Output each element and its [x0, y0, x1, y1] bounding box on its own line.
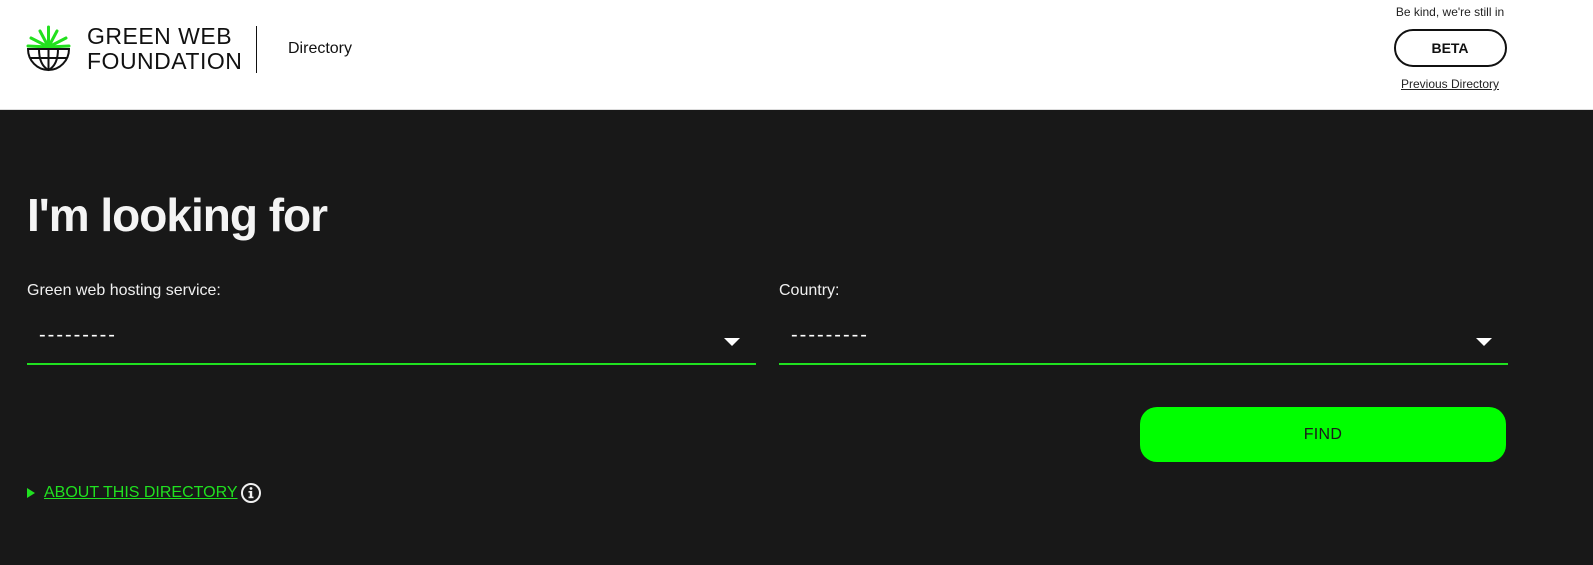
page-title: I'm looking for [27, 189, 328, 241]
chevron-down-icon [724, 338, 740, 346]
logo-line-1: GREEN WEB [87, 23, 233, 49]
previous-directory-link[interactable]: Previous Directory [1392, 77, 1508, 91]
about-directory-link[interactable]: ABOUT THIS DIRECTORY [44, 484, 238, 502]
site-header: GREEN WEB FOUNDATION Directory Be kind, … [0, 0, 1593, 110]
header-divider [256, 26, 257, 73]
chevron-down-icon [1476, 338, 1492, 346]
country-label: Country: [779, 282, 840, 299]
country-select[interactable]: --------- [779, 316, 1508, 365]
info-icon[interactable] [240, 482, 262, 504]
logo[interactable]: GREEN WEB FOUNDATION [26, 24, 242, 74]
beta-block: Be kind, we're still in BETA Previous Di… [1392, 5, 1508, 91]
directory-link[interactable]: Directory [288, 40, 352, 58]
search-section: I'm looking for Green web hosting servic… [0, 110, 1593, 565]
beta-note: Be kind, we're still in [1395, 5, 1505, 19]
logo-text: GREEN WEB FOUNDATION [87, 24, 242, 74]
about-disclosure[interactable]: ABOUT THIS DIRECTORY [27, 482, 262, 504]
hosting-label: Green web hosting service: [27, 282, 221, 299]
hosting-select-value: --------- [39, 324, 117, 346]
beta-button[interactable]: BETA [1393, 29, 1507, 67]
find-button[interactable]: FIND [1140, 407, 1506, 462]
globe-logo-icon [26, 25, 71, 72]
disclosure-triangle-icon [27, 488, 35, 498]
logo-line-2: FOUNDATION [87, 48, 243, 74]
country-select-value: --------- [791, 324, 869, 346]
hosting-select[interactable]: --------- [27, 316, 756, 365]
